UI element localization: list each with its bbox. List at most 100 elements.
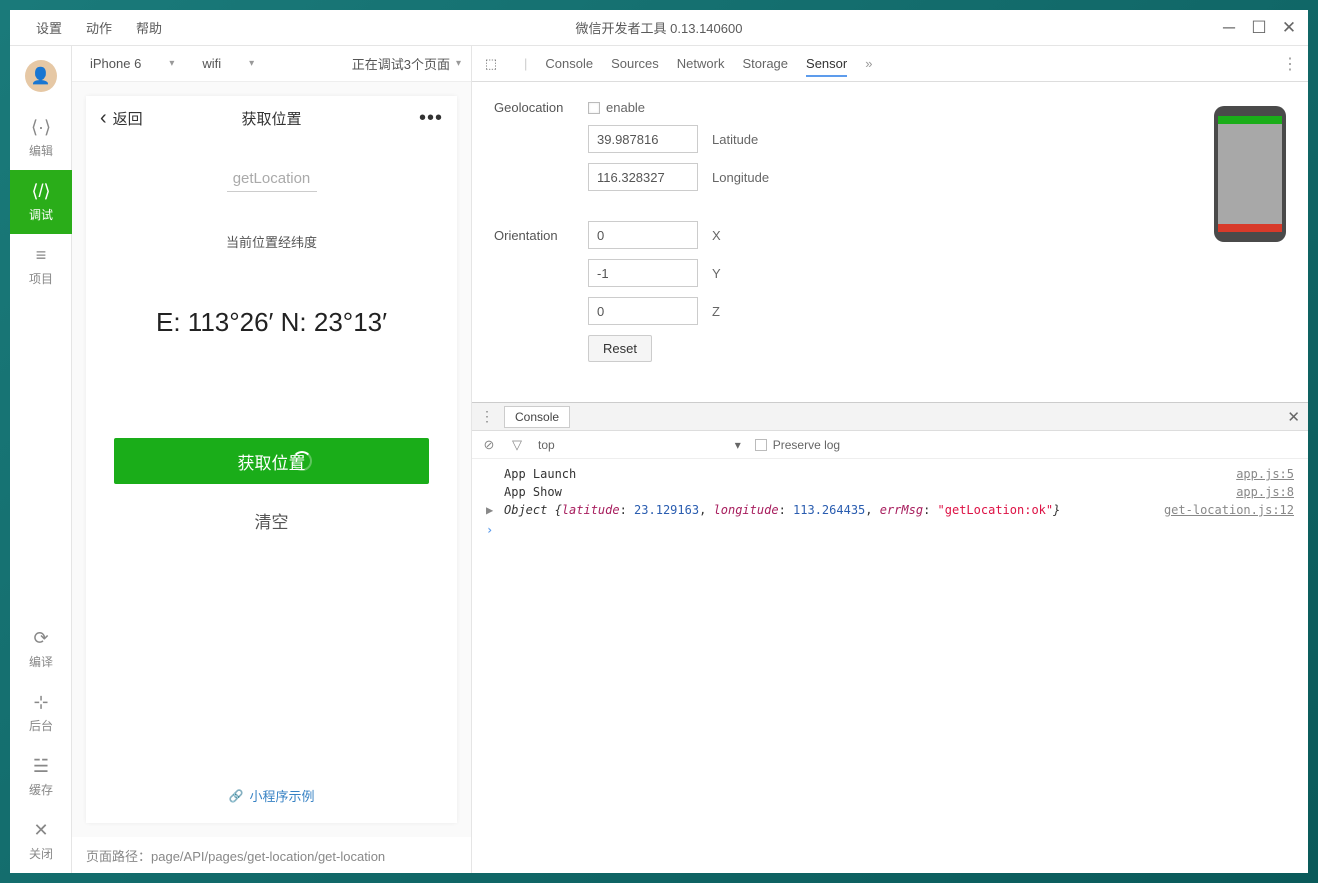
prompt-caret-icon: › bbox=[486, 523, 493, 537]
minimize-button[interactable]: ─ bbox=[1220, 19, 1238, 37]
clear-console-icon[interactable]: ⊘ bbox=[482, 437, 496, 453]
z-label: Z bbox=[712, 304, 720, 319]
network-select[interactable]: wifi ▾ bbox=[194, 52, 262, 75]
menubar: 设置 动作 帮助 微信开发者工具 0.13.140600 ─ ☐ ✕ bbox=[10, 10, 1308, 46]
chevron-down-icon: ▾ bbox=[456, 58, 461, 69]
inspect-element-icon[interactable]: ⬚ bbox=[482, 55, 500, 73]
close-button[interactable]: ✕ bbox=[1280, 19, 1298, 37]
nav-background[interactable]: ⊹ 后台 bbox=[10, 681, 72, 745]
tabs-overflow[interactable]: » bbox=[865, 56, 872, 71]
console-prompt[interactable]: › bbox=[486, 519, 1294, 537]
debug-status-label: 正在调试3个页面 bbox=[352, 54, 450, 73]
nav-close[interactable]: ✕ 关闭 bbox=[10, 809, 72, 873]
log-message: App Launch bbox=[504, 467, 1236, 481]
chevron-left-icon: ‹ bbox=[100, 107, 107, 130]
nav-label: 缓存 bbox=[29, 781, 53, 798]
scope-select[interactable]: top ▾ bbox=[538, 438, 741, 452]
page-path: 页面路径：page/API/pages/get-location/get-loc… bbox=[72, 837, 471, 873]
user-avatar[interactable]: 👤 bbox=[25, 60, 57, 92]
orientation-y-input[interactable] bbox=[588, 259, 698, 287]
debug-icon: ⟨/⟩ bbox=[31, 182, 50, 200]
console-tab-button[interactable]: Console bbox=[504, 406, 570, 428]
compile-icon: ⟳ bbox=[33, 629, 48, 647]
sensor-pane: Geolocation enable Latitude Lon bbox=[472, 82, 1308, 402]
nav-label: 项目 bbox=[29, 270, 53, 287]
chevron-down-icon: ▾ bbox=[735, 438, 741, 452]
nav-label: 编译 bbox=[29, 653, 53, 670]
nav-label: 编辑 bbox=[29, 142, 53, 159]
left-sidebar: 👤 ⟨·⟩ 编辑 ⟨/⟩ 调试 ≡ 项目 ⟳ 编译 bbox=[10, 46, 72, 873]
tab-network[interactable]: Network bbox=[677, 52, 725, 75]
enable-label: enable bbox=[606, 100, 645, 115]
mock-top-bar bbox=[1218, 116, 1282, 124]
nav-label: 关闭 bbox=[29, 845, 53, 862]
log-source-link[interactable]: app.js:8 bbox=[1236, 485, 1294, 499]
nav-label: 调试 bbox=[29, 206, 53, 223]
footer-link-label: 小程序示例 bbox=[249, 786, 314, 805]
clear-button[interactable]: 清空 bbox=[114, 502, 429, 538]
menu-actions[interactable]: 动作 bbox=[74, 14, 124, 41]
nav-label: 后台 bbox=[29, 717, 53, 734]
devtools-menu-icon[interactable]: ⋮ bbox=[1282, 54, 1298, 74]
phone-simulator: ‹ 返回 获取位置 ••• getLocation 当前位置经纬度 E: 113… bbox=[72, 82, 471, 837]
log-source-link[interactable]: get-location.js:12 bbox=[1164, 503, 1294, 517]
console-drawer: ⋮ Console ✕ ⊘ ▽ top ▾ Preserve log bbox=[472, 402, 1308, 873]
more-button[interactable]: ••• bbox=[419, 107, 443, 130]
device-select[interactable]: iPhone 6 ▾ bbox=[82, 52, 182, 75]
device-select-label: iPhone 6 bbox=[90, 56, 141, 71]
phone-navbar: ‹ 返回 获取位置 ••• bbox=[86, 96, 457, 140]
menu-settings[interactable]: 设置 bbox=[24, 14, 74, 41]
log-source-link[interactable]: app.js:5 bbox=[1236, 467, 1294, 481]
console-menu-icon[interactable]: ⋮ bbox=[480, 408, 494, 425]
menu-help[interactable]: 帮助 bbox=[124, 14, 174, 41]
position-label: 当前位置经纬度 bbox=[226, 232, 317, 251]
devtools-tabs: ⬚ | Console Sources Network Storage Sens… bbox=[472, 46, 1308, 82]
y-label: Y bbox=[712, 266, 721, 281]
orientation-label: Orientation bbox=[494, 228, 588, 243]
tab-console[interactable]: Console bbox=[545, 52, 593, 75]
latitude-label: Latitude bbox=[712, 132, 758, 147]
get-location-button[interactable]: 获取位置 bbox=[114, 438, 429, 484]
reset-button[interactable]: Reset bbox=[588, 335, 652, 362]
latitude-input[interactable] bbox=[588, 125, 698, 153]
expand-caret-icon[interactable]: ▶ bbox=[486, 503, 493, 517]
orientation-z-input[interactable] bbox=[588, 297, 698, 325]
phone-title: 获取位置 bbox=[241, 108, 301, 129]
nav-cache[interactable]: ☱ 缓存 bbox=[10, 745, 72, 809]
footer-link[interactable]: 🔗 小程序示例 bbox=[229, 768, 315, 823]
mock-bottom-bar bbox=[1218, 224, 1282, 232]
console-close-button[interactable]: ✕ bbox=[1287, 408, 1300, 426]
nav-compile[interactable]: ⟳ 编译 bbox=[10, 617, 72, 681]
longitude-input[interactable] bbox=[588, 163, 698, 191]
tab-storage[interactable]: Storage bbox=[742, 52, 788, 75]
code-icon: ⟨·⟩ bbox=[31, 118, 51, 136]
nav-debug[interactable]: ⟨/⟩ 调试 bbox=[10, 170, 72, 234]
log-message: App Show bbox=[504, 485, 1236, 499]
api-name: getLocation bbox=[227, 156, 317, 192]
position-value: E: 113°26′ N: 23°13′ bbox=[156, 307, 387, 338]
console-log: App Launch app.js:5 App Show app.js:8 ▶ … bbox=[472, 459, 1308, 873]
filter-icon[interactable]: ▽ bbox=[510, 437, 524, 453]
back-button[interactable]: ‹ 返回 bbox=[100, 107, 143, 130]
window-title: 微信开发者工具 0.13.140600 bbox=[576, 18, 743, 37]
phone-orientation-mock[interactable] bbox=[1214, 106, 1286, 242]
tab-sources[interactable]: Sources bbox=[611, 52, 659, 75]
loading-spinner-icon bbox=[292, 451, 312, 471]
link-icon: 🔗 bbox=[229, 789, 244, 803]
tab-sensor[interactable]: Sensor bbox=[806, 52, 847, 77]
network-select-label: wifi bbox=[202, 56, 221, 71]
simulator-toolbar: iPhone 6 ▾ wifi ▾ 正在调试3个页面 ▾ bbox=[72, 46, 471, 82]
maximize-button[interactable]: ☐ bbox=[1250, 19, 1268, 37]
orientation-x-input[interactable] bbox=[588, 221, 698, 249]
chevron-down-icon: ▾ bbox=[169, 58, 174, 69]
devtools-panel: ⬚ | Console Sources Network Storage Sens… bbox=[472, 46, 1308, 873]
geolocation-enable-checkbox[interactable] bbox=[588, 102, 600, 114]
preserve-log-checkbox[interactable] bbox=[755, 439, 767, 451]
log-object[interactable]: Object {latitude: 23.129163, longitude: … bbox=[504, 503, 1164, 517]
longitude-label: Longitude bbox=[712, 170, 769, 185]
nav-project[interactable]: ≡ 项目 bbox=[10, 234, 72, 298]
debug-status[interactable]: 正在调试3个页面 ▾ bbox=[352, 54, 461, 73]
chevron-down-icon: ▾ bbox=[249, 58, 254, 69]
scope-label: top bbox=[538, 438, 555, 452]
nav-edit[interactable]: ⟨·⟩ 编辑 bbox=[10, 106, 72, 170]
